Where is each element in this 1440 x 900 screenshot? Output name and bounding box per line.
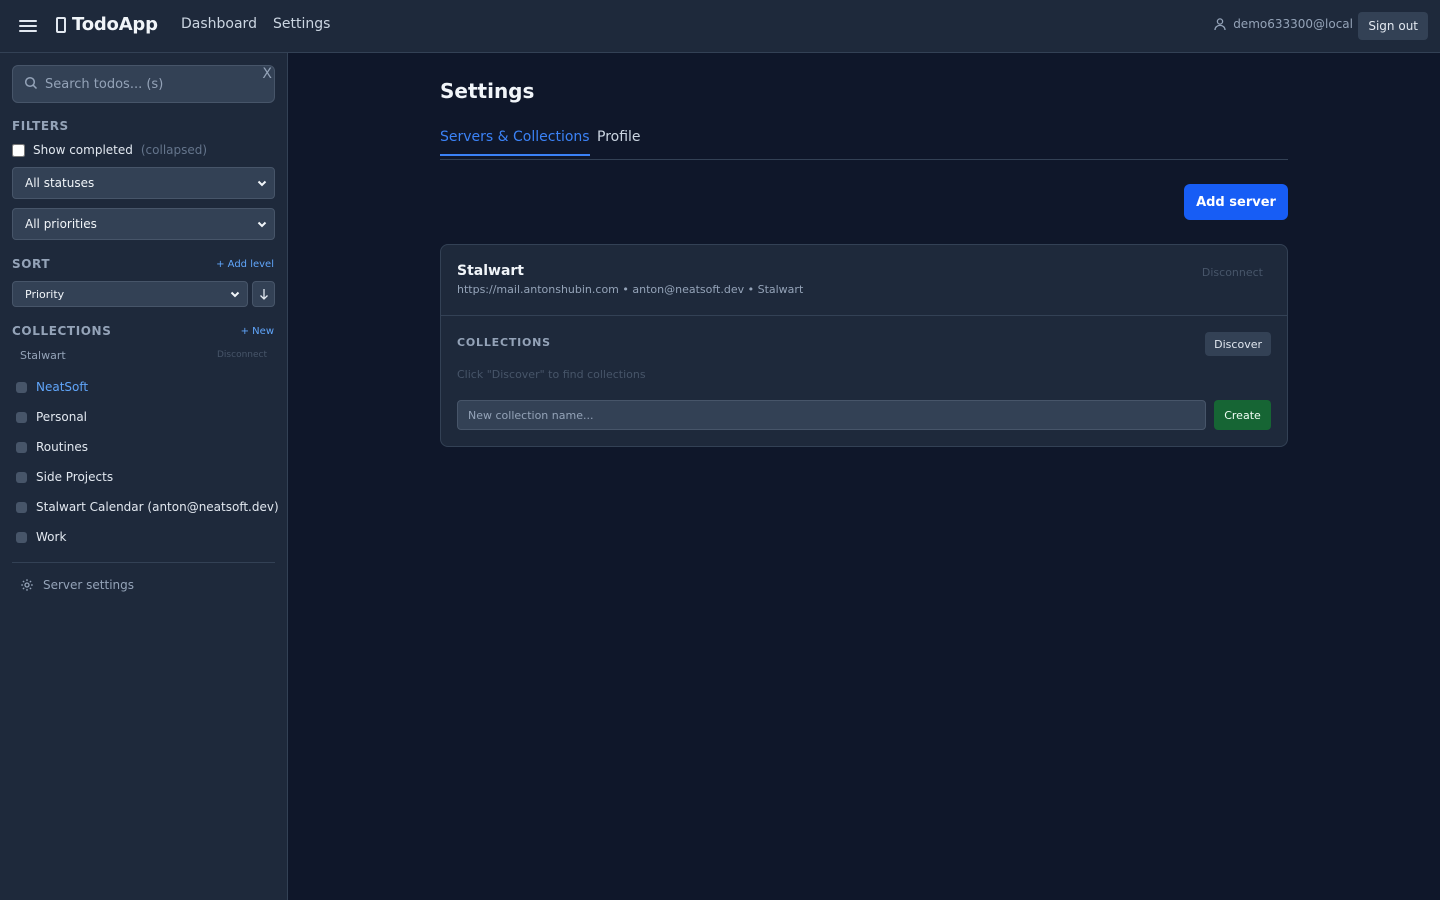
server-card-header: Stalwart https://mail.antonshubin.com • …: [441, 245, 1287, 316]
server-disconnect-button[interactable]: Disconnect: [1202, 266, 1263, 279]
create-collection-button[interactable]: Create: [1214, 400, 1271, 430]
collection-item[interactable]: Side Projects: [16, 462, 279, 492]
sort-direction-button[interactable]: [252, 281, 275, 307]
status-filter-value: All statuses: [25, 176, 95, 190]
collection-label: Personal: [36, 410, 88, 424]
nav-dashboard[interactable]: Dashboard: [181, 16, 257, 32]
chevron-down-icon: [257, 221, 267, 228]
collections-label: COLLECTIONS: [12, 324, 112, 338]
show-completed-checkbox[interactable]: [12, 143, 25, 157]
collection-color-dot: [16, 441, 27, 453]
app-logo-icon: [56, 16, 66, 33]
server-card: Stalwart https://mail.antonshubin.com • …: [440, 244, 1288, 447]
collection-item[interactable]: NeatSoft: [16, 372, 279, 402]
server-name: Stalwart: [457, 263, 524, 279]
top-bar: TodoApp Dashboard Settings demo633300@lo…: [0, 0, 1440, 53]
collection-label: NeatSoft: [36, 380, 89, 394]
sidebar-divider: [12, 562, 275, 563]
status-filter-select[interactable]: All statuses: [12, 167, 275, 199]
tab-servers-collections[interactable]: Servers & Collections: [440, 129, 590, 156]
collection-item[interactable]: Stalwart Calendar (anton@neatsoft.dev): [16, 492, 279, 522]
collections-heading: COLLECTIONS: [457, 336, 551, 349]
sidebar-server-name: Stalwart: [20, 349, 66, 362]
app-name: TodoApp: [72, 14, 158, 35]
search-box: X: [12, 65, 275, 103]
collection-color-dot: [16, 501, 27, 513]
server-settings-link[interactable]: Server settings: [20, 578, 134, 592]
user-email: demo633300@local: [1233, 17, 1353, 31]
chevron-down-icon: [257, 180, 267, 187]
search-input[interactable]: [45, 66, 255, 102]
filters-label: FILTERS: [12, 119, 69, 133]
discover-button[interactable]: Discover: [1205, 332, 1271, 356]
add-server-button[interactable]: Add server: [1184, 184, 1288, 220]
user-icon: [1214, 18, 1226, 31]
server-details: https://mail.antonshubin.com • anton@nea…: [457, 283, 804, 296]
collection-label: Work: [36, 530, 67, 544]
chevron-down-icon: [230, 291, 240, 298]
gear-icon: [21, 579, 33, 591]
collection-item[interactable]: Personal: [16, 402, 279, 432]
hamburger-menu-icon[interactable]: [16, 14, 40, 38]
settings-tabs: Servers & Collections Profile: [440, 129, 1288, 160]
user-info: demo633300@local: [1213, 17, 1353, 31]
collection-color-dot: [16, 381, 27, 393]
priority-filter-select[interactable]: All priorities: [12, 208, 275, 240]
priority-filter-value: All priorities: [25, 217, 97, 231]
collections-hint: Click "Discover" to find collections: [457, 368, 646, 381]
tab-profile[interactable]: Profile: [597, 129, 641, 154]
collection-item[interactable]: Routines: [16, 432, 279, 462]
new-collection-input[interactable]: [457, 400, 1206, 430]
sort-select[interactable]: Priority: [12, 281, 248, 307]
add-sort-level-link[interactable]: + Add level: [216, 259, 274, 270]
top-nav: Dashboard Settings: [181, 16, 330, 32]
collection-label: Stalwart Calendar (anton@neatsoft.dev): [36, 500, 279, 514]
show-completed-note: (collapsed): [140, 143, 208, 157]
sort-label: SORT: [12, 257, 51, 271]
collection-color-dot: [16, 411, 27, 423]
sidebar-server-row: Stalwart Disconnect: [20, 349, 267, 362]
app-brand[interactable]: TodoApp: [56, 14, 158, 35]
sidebar: X FILTERS Show completed (collapsed) All…: [0, 53, 288, 900]
sidebar-server-disconnect[interactable]: Disconnect: [217, 350, 267, 360]
new-collection-link[interactable]: + New: [241, 326, 274, 337]
search-icon: [24, 76, 38, 90]
show-completed-toggle[interactable]: Show completed (collapsed): [12, 143, 207, 157]
page-title: Settings: [440, 79, 535, 103]
collections-list: NeatSoft Personal Routines Side Projects…: [16, 372, 279, 552]
show-completed-label: Show completed: [33, 143, 133, 157]
arrow-down-icon: [259, 289, 268, 300]
collection-color-dot: [16, 531, 27, 543]
collection-color-dot: [16, 471, 27, 483]
sort-value: Priority: [25, 287, 65, 301]
nav-settings[interactable]: Settings: [273, 16, 330, 32]
collection-label: Routines: [36, 440, 89, 454]
server-settings-label: Server settings: [43, 578, 135, 592]
collection-item[interactable]: Work: [16, 522, 279, 552]
sign-out-button[interactable]: Sign out: [1358, 12, 1428, 40]
search-clear-button[interactable]: X: [262, 66, 272, 82]
collection-label: Side Projects: [36, 470, 114, 484]
